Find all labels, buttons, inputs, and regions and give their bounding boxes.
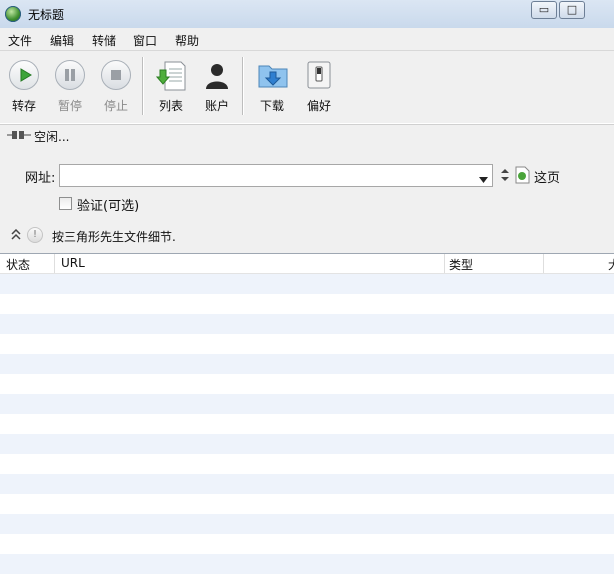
minimize-icon: ▭ [538,3,550,16]
download-folder-icon [257,60,288,90]
download-label: 下载 [259,99,284,113]
table-row[interactable] [0,314,614,334]
window-title: 无标题 [28,8,65,22]
column-status[interactable]: 状态 [6,256,30,273]
minimize-button[interactable]: ▭ [531,1,557,19]
column-type[interactable]: 类型 [449,256,473,273]
table-row[interactable] [0,514,614,534]
verify-checkbox[interactable] [59,197,72,210]
table-row[interactable] [0,354,614,374]
maximize-button[interactable]: □ [559,1,585,19]
dropdown-arrow-icon[interactable] [479,172,488,186]
list-document-icon [155,60,186,91]
pause-button[interactable]: 暂停 [47,51,93,121]
stop-button[interactable]: 停止 [93,51,139,121]
status-bar: 空闲... [0,124,614,148]
list-button[interactable]: 列表 [148,51,194,121]
this-page-icon [514,166,530,187]
column-divider[interactable] [444,254,445,273]
table-row[interactable] [0,554,614,574]
column-divider[interactable] [543,254,544,273]
table-row[interactable] [0,534,614,554]
start-button[interactable]: 转存 [1,51,47,121]
toolbar: 转存 暂停 停止 列表 账户 下载 偏好 [0,51,614,123]
stop-icon [101,60,131,90]
menu-file[interactable]: 文件 [8,32,32,49]
column-url[interactable]: URL [61,256,85,270]
account-label: 账户 [204,99,229,113]
table-row[interactable] [0,334,614,354]
column-divider[interactable] [54,254,55,273]
title-bar[interactable]: 无标题 ▭ □ [0,0,614,28]
table-row[interactable] [0,414,614,434]
play-icon [9,60,39,90]
plug-icon [7,129,31,144]
expand-chevron-icon[interactable] [11,228,21,244]
table-row[interactable] [0,394,614,414]
table-row[interactable] [0,294,614,314]
preferences-label: 偏好 [306,99,331,113]
start-label: 转存 [11,99,36,113]
column-size[interactable]: 大 [608,256,614,273]
this-page-button[interactable]: 这页 [534,167,560,186]
file-table: 状态 URL 类型 大 [0,253,614,576]
list-label: 列表 [158,99,183,113]
url-form: 网址: 这页 验证(可选) ! 按三角形先生文件细节. [0,147,614,253]
table-row[interactable] [0,434,614,454]
verify-label[interactable]: 验证(可选) [77,195,139,214]
user-icon [202,60,232,90]
preferences-button[interactable]: 偏好 [296,51,342,121]
maximize-icon: □ [566,3,578,16]
info-icon: ! [27,227,43,243]
toolbar-separator [242,57,243,115]
menu-edit[interactable]: 编辑 [50,32,74,49]
menu-dump[interactable]: 转储 [92,32,116,49]
switch-icon [304,60,334,90]
hint-text: 按三角形先生文件细节. [52,230,176,244]
menu-help[interactable]: 帮助 [175,32,199,49]
app-globe-icon [5,6,21,22]
stop-label: 停止 [103,99,128,113]
url-input[interactable] [59,164,493,187]
pause-icon [55,60,85,90]
table-header: 状态 URL 类型 大 [0,254,614,274]
pause-label: 暂停 [57,99,82,113]
spinner-icon[interactable] [501,169,509,184]
table-row[interactable] [0,374,614,394]
status-text: 空闲... [34,130,70,144]
menu-bar: 文件 编辑 转储 窗口 帮助 [0,28,614,51]
menu-window[interactable]: 窗口 [133,32,157,49]
account-button[interactable]: 账户 [194,51,240,121]
table-row[interactable] [0,454,614,474]
table-row[interactable] [0,494,614,514]
table-row[interactable] [0,274,614,294]
download-button[interactable]: 下载 [249,51,295,121]
table-row[interactable] [0,474,614,494]
url-label: 网址: [25,171,56,186]
toolbar-separator [142,57,143,115]
